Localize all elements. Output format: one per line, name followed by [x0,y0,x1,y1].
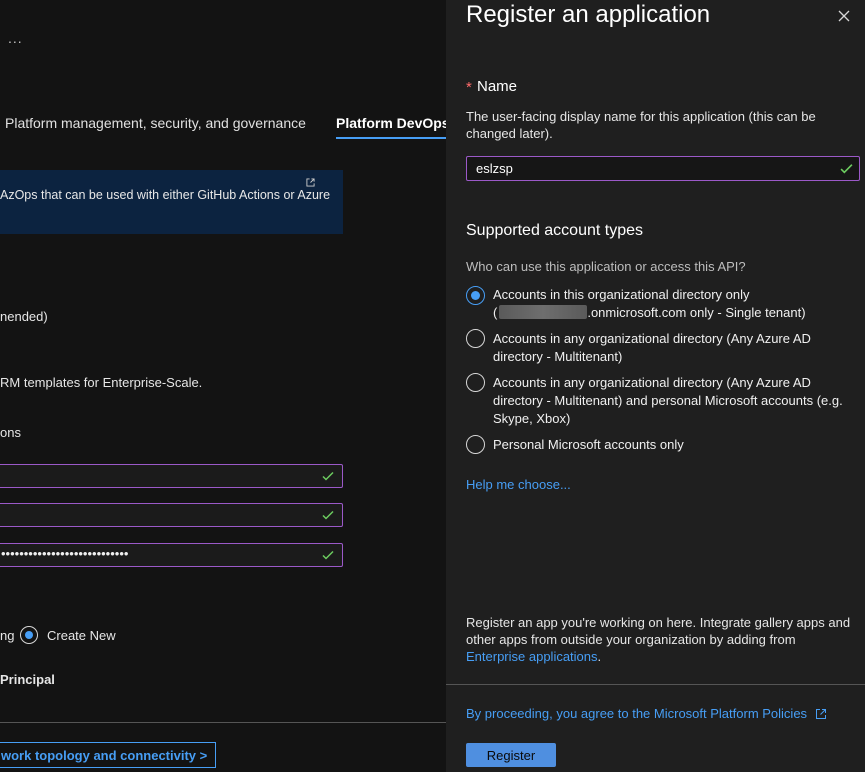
option-personal-only-label: Personal Microsoft accounts only [493,437,684,452]
name-input-value[interactable]: eslzsp [476,161,513,176]
name-description: The user-facing display name for this ap… [466,109,816,141]
password-mask: •••••••••••••••••••••••••••• [1,546,129,561]
footer-divider [446,684,865,685]
create-new-radio[interactable] [20,626,38,644]
help-me-choose-link[interactable]: Help me choose... [466,477,571,492]
option-single-tenant-line2: .onmicrosoft.com only - Single tenant) [587,305,806,320]
checkmark-icon [322,510,334,520]
required-indicator: * [466,79,472,96]
redacted-tenant-name [499,305,588,319]
service-principal-heading: Principal [0,672,55,687]
banner-text: AzOps that can be used with either GitHu… [0,188,331,202]
checkmark-icon [840,164,853,174]
account-types-heading: Supported account types [466,222,644,239]
background-page: ... Platform management, security, and g… [0,0,446,772]
panel-title: Register an application [466,1,711,28]
close-icon[interactable] [836,8,852,24]
checkmark-icon [322,471,334,481]
bg-input-field-2[interactable] [0,503,343,527]
option-multitenant-personal-label: Accounts in any organizational directory… [493,375,843,426]
radio-personal-only[interactable] [466,435,485,454]
bg-input-field-1[interactable] [0,464,343,488]
arm-templates-text: RM templates for Enterprise-Scale. [0,375,203,390]
register-application-panel: Register an application * Name The user-… [446,0,865,772]
option-single-tenant-label: Accounts in this organizational director… [493,286,853,322]
radio-single-tenant[interactable] [466,286,485,305]
footer-note-period: . [597,649,602,664]
divider [0,722,446,723]
bg-password-field[interactable]: •••••••••••••••••••••••••••• [0,543,343,567]
footer-note: Register an app you're working on here. … [466,614,858,665]
options-text: ons [0,425,21,440]
name-input[interactable]: eslzsp [466,156,860,181]
enterprise-applications-link[interactable]: Enterprise applications [466,649,598,664]
recommended-text: nended) [0,309,48,324]
external-link-icon[interactable] [306,178,315,187]
radio-multitenant[interactable] [466,329,485,348]
checkmark-icon [322,550,334,560]
info-banner: AzOps that can be used with either GitHu… [0,170,343,234]
tab-platform-management[interactable]: Platform management, security, and gover… [5,115,306,131]
name-label: Name [477,78,518,95]
register-button[interactable]: Register [466,743,556,767]
option-multitenant-label: Accounts in any organizational directory… [493,331,811,364]
option-single-tenant-paren: ( [493,305,498,320]
radio-multitenant-personal[interactable] [466,373,485,392]
option-single-tenant-line1: Accounts in this organizational director… [493,287,750,302]
platform-policies-link[interactable]: By proceeding, you agree to the Microsof… [466,706,807,721]
use-existing-text: ng [0,628,15,643]
next-network-topology-button[interactable]: work topology and connectivity > [0,742,216,768]
create-new-label: Create New [47,628,116,643]
active-tab-indicator [336,137,446,139]
footer-note-text: Register an app you're working on here. … [466,615,851,647]
account-types-question: Who can use this application or access t… [466,259,746,274]
policy-link-row: By proceeding, you agree to the Microsof… [466,706,827,721]
tab-platform-devops[interactable]: Platform DevOps [336,115,446,131]
more-options-icon[interactable]: ... [8,30,23,46]
external-link-icon[interactable] [815,708,827,720]
